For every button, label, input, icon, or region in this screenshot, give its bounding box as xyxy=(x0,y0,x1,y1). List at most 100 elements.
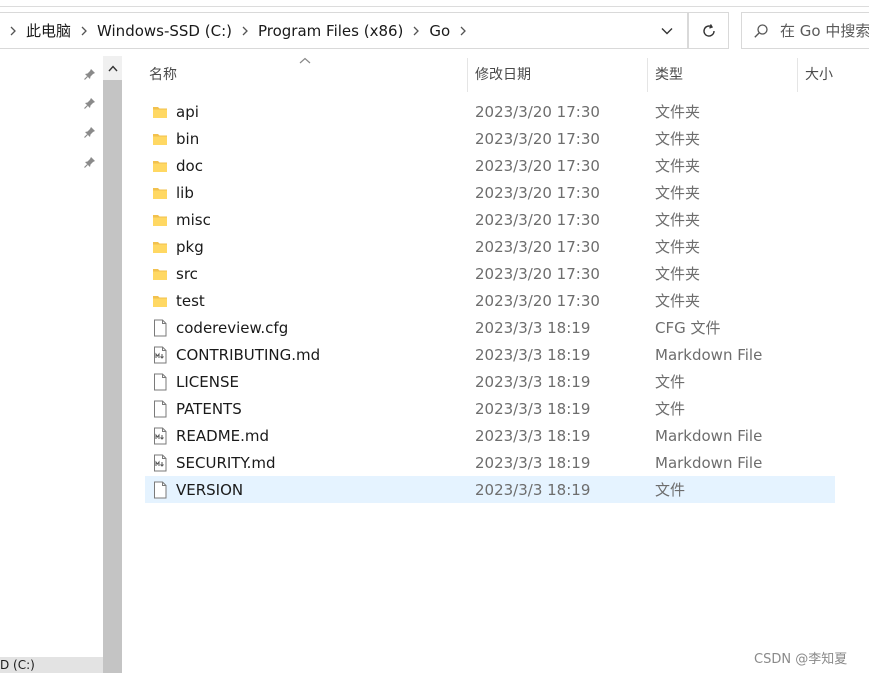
file-row[interactable]: SECURITY.md 2023/3/3 18:19 Markdown File xyxy=(145,449,835,476)
file-name: PATENTS xyxy=(176,399,242,418)
file-type: 文件夹 xyxy=(655,157,701,175)
file-name: api xyxy=(176,102,199,121)
markdown-file-icon xyxy=(152,346,168,364)
file-type: Markdown File xyxy=(655,345,763,364)
file-type: CFG 文件 xyxy=(655,319,721,337)
pin-icon[interactable] xyxy=(82,95,98,111)
breadcrumb-go[interactable]: Go xyxy=(425,22,454,40)
sort-ascending-icon xyxy=(299,57,311,64)
file-icon xyxy=(152,481,168,499)
file-row[interactable]: doc 2023/3/20 17:30 文件夹 xyxy=(145,152,835,179)
file-modified-date: 2023/3/20 17:30 xyxy=(475,237,600,256)
file-type: 文件夹 xyxy=(655,238,701,256)
file-row[interactable]: codereview.cfg 2023/3/3 18:19 CFG 文件 xyxy=(145,314,835,341)
chevron-right-icon[interactable] xyxy=(75,13,93,48)
file-type: 文件夹 xyxy=(655,211,701,229)
file-row[interactable]: pkg 2023/3/20 17:30 文件夹 xyxy=(145,233,835,260)
file-rows: api 2023/3/20 17:30 文件夹 bin 2023/3/20 17:30 文… xyxy=(145,98,835,503)
file-name: misc xyxy=(176,210,211,229)
file-name: README.md xyxy=(176,426,270,445)
folder-icon xyxy=(152,103,168,121)
file-modified-date: 2023/3/3 18:19 xyxy=(475,345,591,364)
column-divider[interactable] xyxy=(647,58,648,92)
file-list: 名称 修改日期 类型 大小 api 2023/3/20 17:30 文件夹 bin 20… xyxy=(122,56,869,673)
file-row[interactable]: test 2023/3/20 17:30 文件夹 xyxy=(145,287,835,314)
column-header-date[interactable]: 修改日期 xyxy=(475,56,531,92)
file-modified-date: 2023/3/20 17:30 xyxy=(475,129,600,148)
file-modified-date: 2023/3/20 17:30 xyxy=(475,156,600,175)
folder-icon xyxy=(152,184,168,202)
file-row[interactable]: api 2023/3/20 17:30 文件夹 xyxy=(145,98,835,125)
file-modified-date: 2023/3/20 17:30 xyxy=(475,264,600,283)
column-header-name[interactable]: 名称 xyxy=(149,56,177,92)
pin-icon[interactable] xyxy=(82,66,98,82)
search-icon xyxy=(742,13,780,48)
folder-icon xyxy=(152,211,168,229)
file-name: VERSION xyxy=(176,480,244,499)
file-name: bin xyxy=(176,129,200,148)
pin-icon[interactable] xyxy=(82,154,98,170)
file-modified-date: 2023/3/20 17:30 xyxy=(475,291,600,310)
address-history-dropdown[interactable] xyxy=(647,13,687,48)
markdown-file-icon xyxy=(152,454,168,472)
file-name: lib xyxy=(176,183,194,202)
search-input[interactable] xyxy=(780,21,869,40)
address-toolbar: 此电脑 Windows-SSD (C:) Program Files (x86)… xyxy=(0,0,869,60)
file-type: 文件夹 xyxy=(655,130,701,148)
refresh-button[interactable] xyxy=(688,12,729,49)
chevron-up-icon xyxy=(107,64,118,71)
file-type: 文件 xyxy=(655,481,686,499)
file-name: test xyxy=(176,291,205,310)
chevron-right-icon[interactable] xyxy=(407,13,425,48)
file-name: doc xyxy=(176,156,203,175)
file-row[interactable]: lib 2023/3/20 17:30 文件夹 xyxy=(145,179,835,206)
file-name: SECURITY.md xyxy=(176,453,276,472)
column-header-type[interactable]: 类型 xyxy=(655,56,683,92)
breadcrumb-drive[interactable]: Windows-SSD (C:) xyxy=(93,22,236,40)
search-box[interactable] xyxy=(741,12,869,49)
navigation-scrollbar[interactable] xyxy=(103,56,122,673)
column-divider[interactable] xyxy=(467,58,468,92)
toolbar-divider xyxy=(0,6,869,7)
file-name: codereview.cfg xyxy=(176,318,289,337)
file-row[interactable]: VERSION 2023/3/3 18:19 文件 xyxy=(145,476,835,503)
chevron-right-icon[interactable] xyxy=(454,13,472,48)
file-row[interactable]: LICENSE 2023/3/3 18:19 文件 xyxy=(145,368,835,395)
refresh-icon xyxy=(702,23,715,37)
file-row[interactable]: src 2023/3/20 17:30 文件夹 xyxy=(145,260,835,287)
breadcrumb-program-files[interactable]: Program Files (x86) xyxy=(254,22,407,40)
file-icon xyxy=(152,400,168,418)
file-modified-date: 2023/3/20 17:30 xyxy=(475,102,600,121)
file-row[interactable]: README.md 2023/3/3 18:19 Markdown File xyxy=(145,422,835,449)
file-name: src xyxy=(176,264,198,283)
pin-icon[interactable] xyxy=(82,124,98,140)
file-modified-date: 2023/3/3 18:19 xyxy=(475,480,591,499)
breadcrumb-this-pc[interactable]: 此电脑 xyxy=(22,20,75,41)
nav-item-drive[interactable]: D (C:) xyxy=(0,657,103,673)
file-type: 文件夹 xyxy=(655,265,701,283)
watermark: CSDN @李知夏 xyxy=(754,652,848,667)
folder-icon xyxy=(152,238,168,256)
file-type: Markdown File xyxy=(655,426,763,445)
file-type: Markdown File xyxy=(655,453,763,472)
chevron-right-icon[interactable] xyxy=(236,13,254,48)
file-modified-date: 2023/3/20 17:30 xyxy=(475,210,600,229)
file-type: 文件夹 xyxy=(655,184,701,202)
file-row[interactable]: CONTRIBUTING.md 2023/3/3 18:19 Markdown Fi… xyxy=(145,341,835,368)
address-bar[interactable]: 此电脑 Windows-SSD (C:) Program Files (x86)… xyxy=(0,12,688,49)
chevron-right-icon[interactable] xyxy=(4,13,22,48)
file-name: LICENSE xyxy=(176,372,239,391)
file-type: 文件 xyxy=(655,400,686,418)
folder-icon xyxy=(152,157,168,175)
scroll-up-button[interactable] xyxy=(103,56,122,80)
markdown-file-icon xyxy=(152,427,168,445)
file-icon xyxy=(152,319,168,337)
file-row[interactable]: PATENTS 2023/3/3 18:19 文件 xyxy=(145,395,835,422)
file-modified-date: 2023/3/3 18:19 xyxy=(475,399,591,418)
column-divider[interactable] xyxy=(797,58,798,92)
column-header-size[interactable]: 大小 xyxy=(805,56,833,92)
column-headers: 名称 修改日期 类型 大小 xyxy=(122,56,869,92)
file-row[interactable]: misc 2023/3/20 17:30 文件夹 xyxy=(145,206,835,233)
file-row[interactable]: bin 2023/3/20 17:30 文件夹 xyxy=(145,125,835,152)
folder-icon xyxy=(152,265,168,283)
